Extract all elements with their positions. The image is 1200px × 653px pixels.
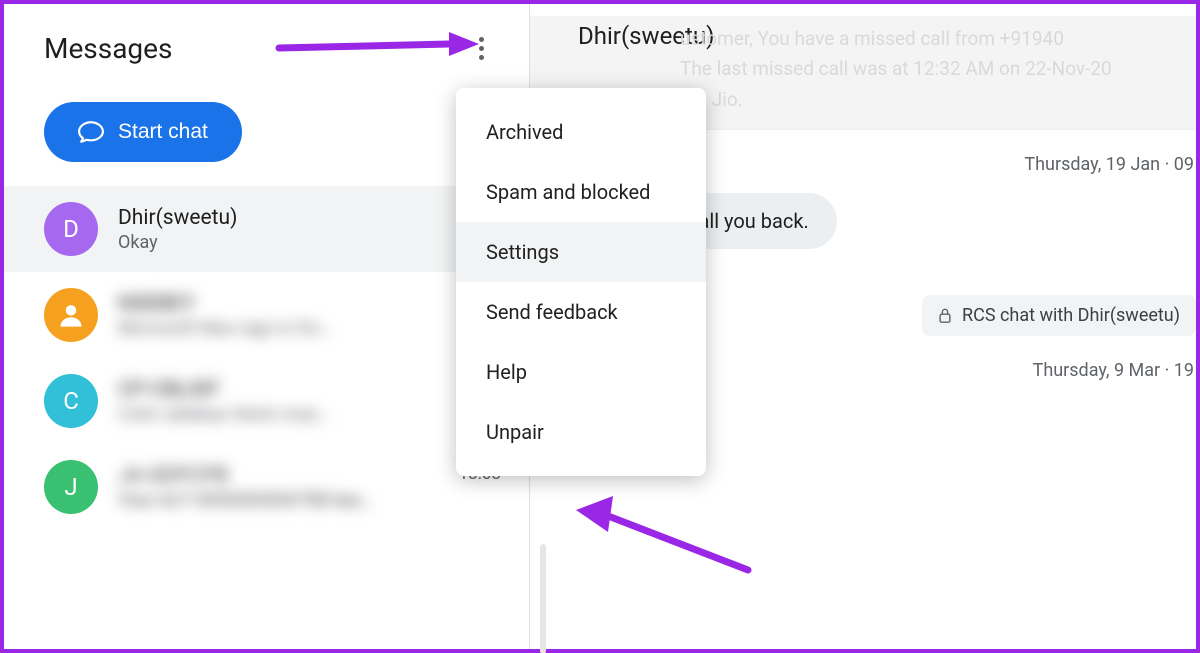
avatar bbox=[44, 288, 98, 342]
conversation-name: JA-SDPCPB bbox=[118, 464, 439, 488]
avatar: J bbox=[44, 460, 98, 514]
conversation-preview: Okay bbox=[118, 232, 462, 253]
menu-item-spam-blocked[interactable]: Spam and blocked bbox=[456, 162, 706, 222]
menu-item-unpair[interactable]: Unpair bbox=[456, 402, 706, 462]
avatar: D bbox=[44, 202, 98, 256]
annotation-arrow-icon bbox=[274, 24, 484, 64]
chat-bubble-icon bbox=[78, 121, 104, 143]
conversation-name: NSEBEY bbox=[118, 292, 501, 316]
app-title: Messages bbox=[44, 32, 172, 65]
conversation-item[interactable]: D Dhir(sweetu) Okay 57 bbox=[4, 186, 529, 272]
timeline-bar bbox=[540, 544, 546, 653]
menu-item-send-feedback[interactable]: Send feedback bbox=[456, 282, 706, 342]
conversation-preview: Your AcT XXXXXXXXX758 has… bbox=[118, 490, 439, 511]
rcs-badge: RCS chat with Dhir(sweetu) bbox=[922, 295, 1196, 336]
menu-item-settings[interactable]: Settings bbox=[456, 222, 706, 282]
conversation-list-panel: Messages Start chat D Dhir(sweetu) Okay … bbox=[4, 4, 530, 649]
avatar: C bbox=[44, 374, 98, 428]
conversation-item[interactable]: C CP-CBLIDF Colm ublabas Xenin mue… bbox=[4, 358, 529, 444]
start-chat-button[interactable]: Start chat bbox=[44, 102, 242, 162]
lock-icon bbox=[938, 308, 952, 324]
conversation-name: CP-CBLIDF bbox=[118, 378, 501, 402]
menu-item-help[interactable]: Help bbox=[456, 342, 706, 402]
start-chat-label: Start chat bbox=[118, 120, 208, 144]
conversation-item[interactable]: NSEBEY Microsoft New sign in for… bbox=[4, 272, 529, 358]
more-options-menu: Archived Spam and blocked Settings Send … bbox=[456, 88, 706, 476]
conversation-preview: Microsoft New sign in for… bbox=[118, 318, 501, 339]
conversation-preview: Colm ublabas Xenin mue… bbox=[118, 404, 501, 425]
menu-item-archived[interactable]: Archived bbox=[456, 102, 706, 162]
person-icon bbox=[57, 301, 85, 329]
conversation-item[interactable]: J JA-SDPCPB Your AcT XXXXXXXXX758 has… 1… bbox=[4, 444, 529, 530]
conversation-name: Dhir(sweetu) bbox=[118, 206, 462, 230]
annotation-arrow-icon bbox=[568, 492, 758, 582]
